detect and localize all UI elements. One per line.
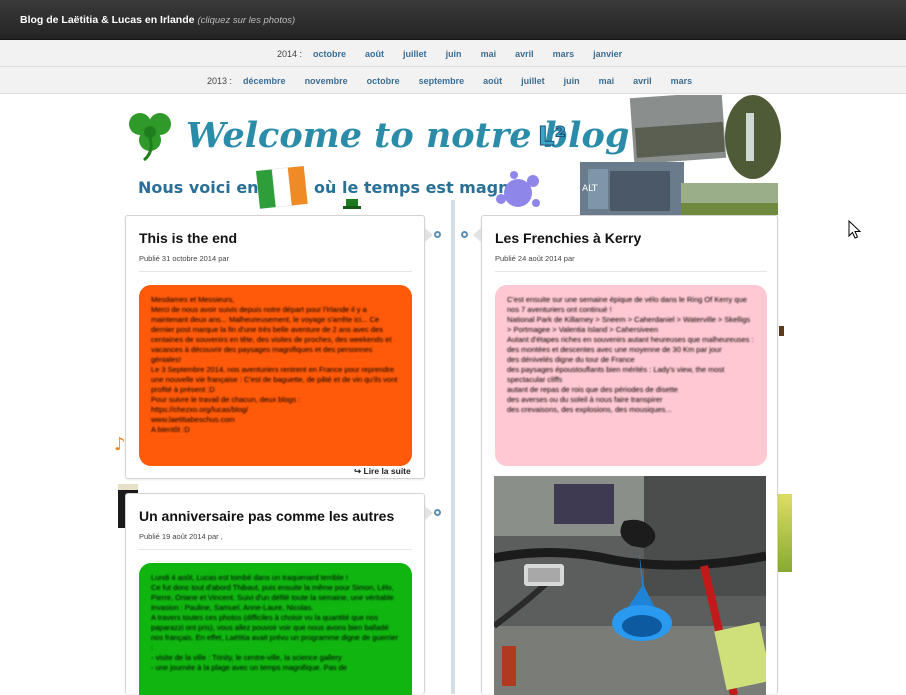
archive-link-2014-2[interactable]: juillet <box>403 49 427 59</box>
landscape-photo <box>629 91 727 165</box>
post-divider <box>495 271 767 272</box>
timeline-dot <box>434 231 441 238</box>
bicycle-horn-photo[interactable] <box>494 476 766 695</box>
site-header: Blog de Laëtitia & Lucas en Irlande (cliq… <box>0 0 906 40</box>
post-divider <box>139 549 412 550</box>
site-title-text[interactable]: Blog de Laëtitia & Lucas en Irlande <box>20 14 194 26</box>
return-arrow-icon: ↪ <box>354 466 362 476</box>
post-divider <box>139 271 412 272</box>
card-pointer <box>425 506 433 520</box>
archive-link-2013-5[interactable]: juillet <box>521 76 545 86</box>
post-excerpt[interactable]: Mesdames et Messieurs, Merci de nous avo… <box>139 285 412 466</box>
leprechaun-icon <box>343 199 361 209</box>
post-meta: Publié 24 août 2014 par <box>495 254 575 263</box>
archive-link-2013-9[interactable]: mars <box>671 76 693 86</box>
archive-link-2014-7[interactable]: janvier <box>593 49 622 59</box>
archive-link-2014-0[interactable]: octobre <box>313 49 346 59</box>
banner-artwork: Welcome to notre blog L² ALT Nous voici … <box>129 91 781 215</box>
site-title[interactable]: Blog de Laëtitia & Lucas en Irlande (cliq… <box>20 14 295 26</box>
archive-link-2014-5[interactable]: avril <box>515 49 534 59</box>
post-excerpt[interactable]: C'est ensuite sur une semaine épique de … <box>495 285 767 466</box>
post-title[interactable]: Un anniversaire pas comme les autres <box>139 508 394 524</box>
post-excerpt-text: C'est ensuite sur une semaine épique de … <box>507 295 754 414</box>
timeline-dot <box>461 231 468 238</box>
archive-row-2013: 2013 : décembre novembre octobre septembre a… <box>207 67 711 94</box>
irish-flag-icon <box>256 165 308 209</box>
post-meta: Publié 31 octobre 2014 par <box>139 254 230 263</box>
post-meta: Publié 19 août 2014 par , <box>139 532 223 541</box>
post-card: Un anniversaire pas comme les autres Pub… <box>125 493 425 695</box>
archive-year-label: 2013 : <box>207 75 233 86</box>
side-photo-fragment <box>779 326 784 336</box>
read-more-link[interactable]: ↪ Lire la suite <box>354 466 411 477</box>
archive-link-2013-2[interactable]: octobre <box>367 76 400 86</box>
mouse-cursor-icon <box>848 220 862 239</box>
site-subtitle: (cliquez sur les photos) <box>197 15 296 26</box>
archive-link-2014-3[interactable]: juin <box>446 49 462 59</box>
archive-bar-2013: 2013 : décembre novembre octobre septembre a… <box>0 67 906 94</box>
music-note-icon: ♪ <box>114 434 126 455</box>
timeline-dot <box>434 509 441 516</box>
archive-link-2014-4[interactable]: mai <box>481 49 497 59</box>
archive-bar-2014: 2014 : octobre août juillet juin mai avril mar… <box>0 40 906 67</box>
svg-text:ALT: ALT <box>582 184 598 194</box>
post-excerpt-text: Mesdames et Messieurs, Merci de nous avo… <box>151 295 398 434</box>
card-pointer <box>473 228 481 242</box>
archive-row-2014: 2014 : octobre août juillet juin mai avril mar… <box>277 40 641 67</box>
post-card: This is the end Publié 31 octobre 2014 p… <box>125 215 425 479</box>
shamrock-icon <box>129 113 171 162</box>
post-title[interactable]: This is the end <box>139 230 237 246</box>
archive-link-2013-3[interactable]: septembre <box>419 76 465 86</box>
archive-link-2013-7[interactable]: mai <box>599 76 615 86</box>
post-excerpt-text: Lundi 4 août, Lucas est tombé dans un tr… <box>151 573 399 672</box>
post-excerpt[interactable]: Lundi 4 août, Lucas est tombé dans un tr… <box>139 563 412 695</box>
archive-link-2014-6[interactable]: mars <box>553 49 575 59</box>
archive-link-2013-6[interactable]: juin <box>564 76 580 86</box>
blog-banner: Welcome to notre blog L² ALT Nous voici … <box>110 91 800 215</box>
archive-year-label: 2014 : <box>277 48 303 59</box>
archive-link-2013-8[interactable]: avril <box>633 76 652 86</box>
card-pointer <box>425 228 433 242</box>
post-card: Les Frenchies à Kerry Publié 24 août 201… <box>481 215 778 695</box>
archive-link-2013-0[interactable]: décembre <box>243 76 286 86</box>
banner-tagline-end: où le temps est magnif <box>314 178 523 197</box>
pint-photo <box>778 494 792 572</box>
archive-link-2013-1[interactable]: novembre <box>305 76 348 86</box>
timeline-line <box>451 200 455 694</box>
read-more-label: Lire la suite <box>363 466 411 476</box>
archive-link-2014-1[interactable]: août <box>365 49 384 59</box>
post-title[interactable]: Les Frenchies à Kerry <box>495 230 641 246</box>
archive-link-2013-4[interactable]: août <box>483 76 502 86</box>
banner-tagline: Nous voici en <box>138 178 259 197</box>
banner-logo: L² <box>538 122 566 152</box>
